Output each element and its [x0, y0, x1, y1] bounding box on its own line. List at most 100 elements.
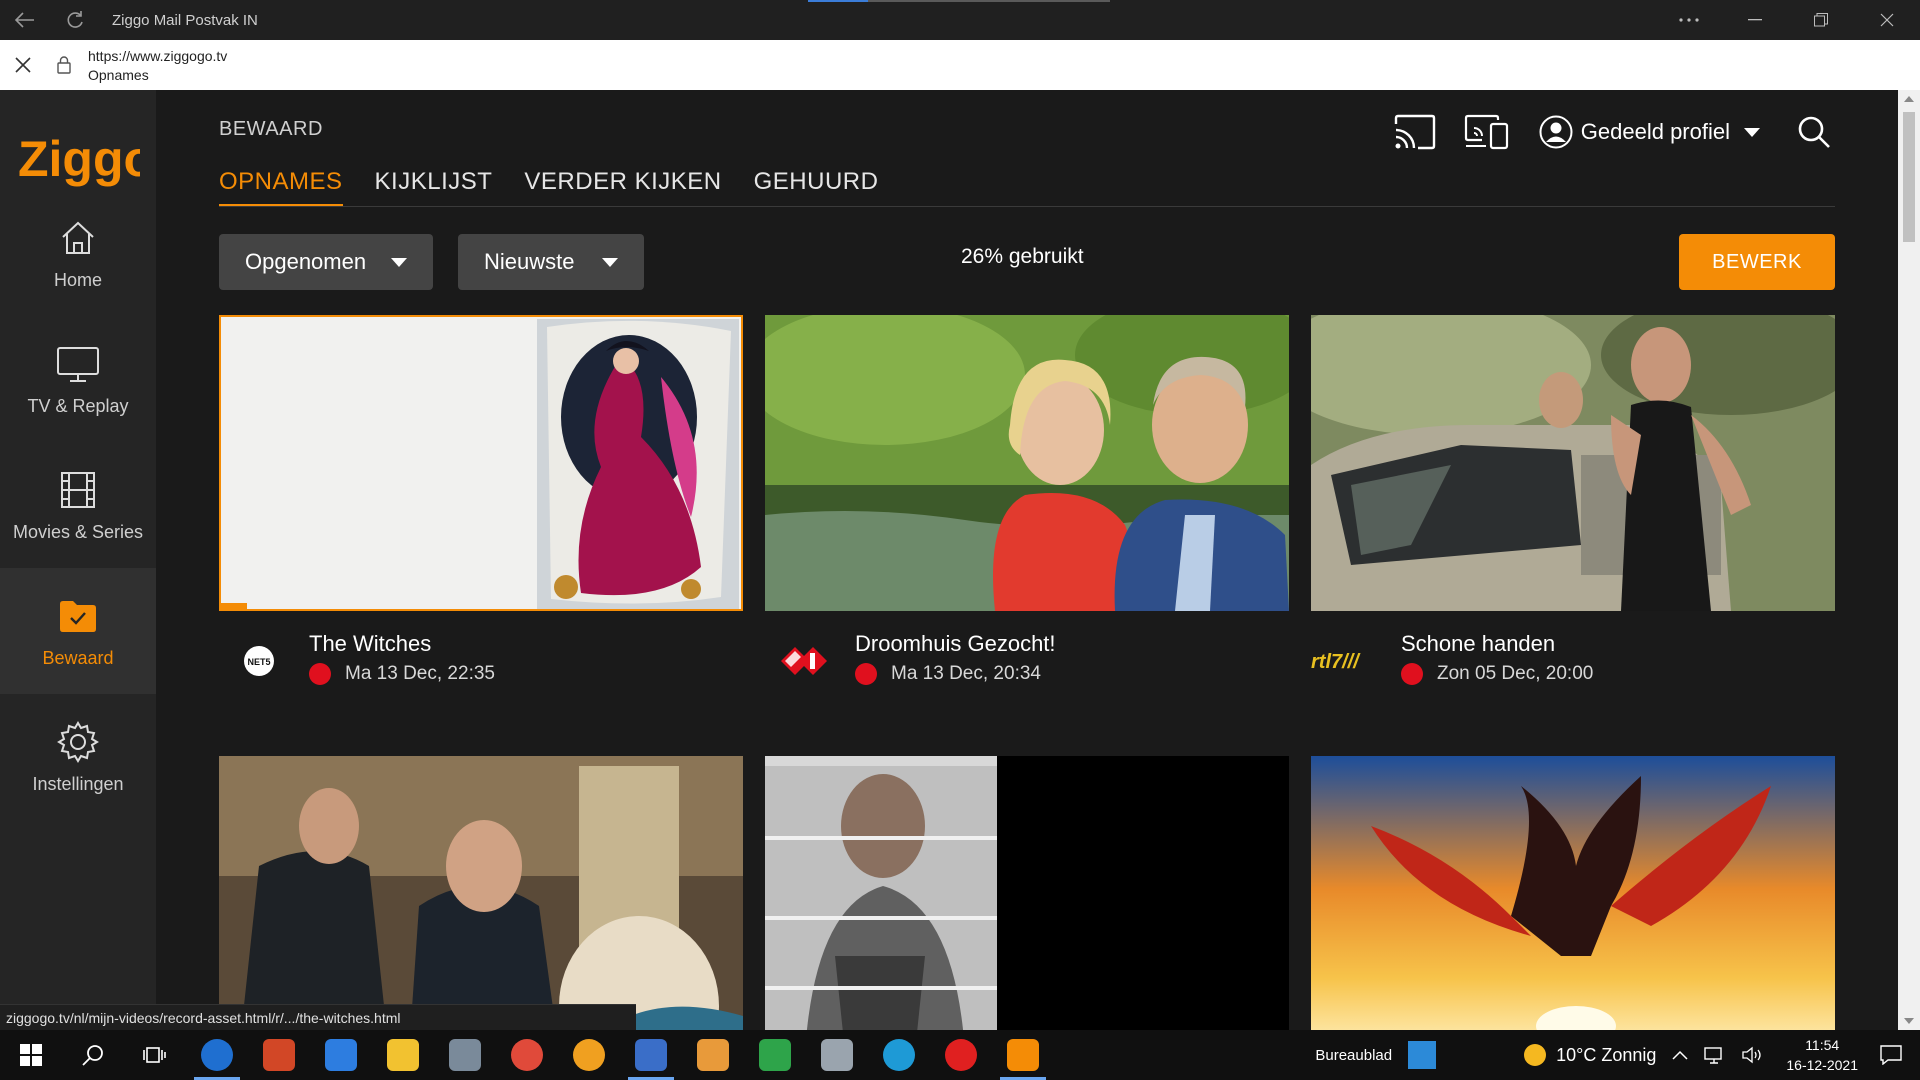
main-content: BEWAARD Gedeeld profiel OPNAMES KIJKLIJS…	[156, 90, 1898, 1030]
map-app-icon[interactable]	[744, 1030, 806, 1080]
close-window-icon[interactable]	[1854, 0, 1920, 40]
more-options-icon[interactable]	[1656, 0, 1722, 40]
recording-title[interactable]: Droomhuis Gezocht!	[855, 631, 1056, 657]
record-indicator-icon	[1401, 663, 1423, 685]
recording-date: Zon 05 Dec, 20:00	[1401, 663, 1593, 685]
recording-thumbnail[interactable]	[765, 756, 1289, 1030]
sort-dropdown[interactable]: Nieuwste	[458, 234, 644, 290]
scrollbar-thumb[interactable]	[1903, 112, 1915, 242]
volume-icon[interactable]	[1742, 1046, 1764, 1064]
taskbar: Bureaublad 10°C Zonnig 11:54 16-12-2021	[0, 1030, 1920, 1080]
recording-title[interactable]: The Witches	[309, 631, 431, 657]
folder-check-icon	[56, 594, 100, 638]
task-view-icon[interactable]	[124, 1030, 186, 1080]
recording-card-schone-handen[interactable]: rtl7/// Schone handen Zon 05 Dec, 20:00	[1311, 315, 1835, 711]
vpn-app-icon[interactable]	[558, 1030, 620, 1080]
avatar	[1539, 115, 1573, 149]
channel-logo-net5: NET5	[219, 639, 299, 683]
weather-widget[interactable]: 10°C Zonnig	[1524, 1044, 1656, 1066]
cast-icon[interactable]	[1391, 108, 1439, 156]
recording-thumbnail[interactable]	[219, 315, 743, 611]
ziggo-app-icon[interactable]	[992, 1030, 1054, 1080]
recording-card-droomhuis-gezocht[interactable]: Droomhuis Gezocht! Ma 13 Dec, 20:34	[765, 315, 1289, 711]
watch-progress-bar	[221, 603, 247, 609]
l-app-icon[interactable]	[1408, 1041, 1437, 1069]
ziggo-logo[interactable]: Ziggo	[16, 130, 154, 190]
remote-device-icon[interactable]	[1463, 108, 1511, 156]
search-icon[interactable]	[1790, 108, 1838, 156]
sidebar-item-bewaard[interactable]: Bewaard	[0, 568, 156, 694]
recording-thumbnail[interactable]	[219, 756, 743, 1030]
windows-start-icon[interactable]	[0, 1030, 62, 1080]
page-scrollbar[interactable]	[1898, 90, 1920, 1030]
tab-bar: OPNAMES KIJKLIJST VERDER KIJKEN GEHUURD	[219, 168, 910, 207]
edge-app-icon[interactable]	[868, 1030, 930, 1080]
mail-app-icon[interactable]	[186, 1030, 248, 1080]
close-icon[interactable]	[0, 40, 46, 90]
channel-logo-npo1	[765, 639, 845, 683]
paint-app-icon[interactable]	[620, 1030, 682, 1080]
recording-card[interactable]	[1311, 756, 1835, 1030]
desktop-toolbar-label[interactable]: Bureaublad	[1315, 1047, 1392, 1064]
profile-name: Gedeeld profiel	[1580, 119, 1730, 144]
taskbar-clock[interactable]: 11:54 16-12-2021	[1786, 1035, 1858, 1075]
clock-date: 16-12-2021	[1786, 1057, 1858, 1073]
recording-date: Ma 13 Dec, 22:35	[309, 663, 495, 685]
media-player-icon[interactable]	[682, 1030, 744, 1080]
link-status-bar: ziggogo.tv/nl/mijn-videos/record-asset.h…	[0, 1004, 636, 1030]
refresh-icon[interactable]	[50, 0, 100, 40]
home-icon	[56, 216, 100, 260]
chrome-app-icon[interactable]	[496, 1030, 558, 1080]
minimize-icon[interactable]	[1722, 0, 1788, 40]
tab-gehuurd[interactable]: GEHUURD	[754, 168, 879, 207]
sidebar-item-home[interactable]: Home	[0, 190, 156, 316]
printer-app-icon[interactable]	[806, 1030, 868, 1080]
recording-date-text: Zon 05 Dec, 20:00	[1437, 663, 1594, 684]
edit-button[interactable]: BEWERK	[1679, 234, 1835, 290]
system-tray: Bureaublad 10°C Zonnig 11:54 16-12-2021	[1307, 1030, 1920, 1080]
profile-menu[interactable]: Gedeeld profiel	[1539, 115, 1760, 149]
sidebar-item-instellingen[interactable]: Instellingen	[0, 694, 156, 820]
scroll-up-icon[interactable]	[1904, 96, 1914, 102]
sidebar-item-tv-replay[interactable]: TV & Replay	[0, 316, 156, 442]
svg-text:NET5: NET5	[247, 657, 270, 667]
tab-kijklijst[interactable]: KIJKLIJST	[375, 168, 493, 207]
record-indicator-icon	[855, 663, 877, 685]
record-indicator-icon	[309, 663, 331, 685]
camera-app-icon[interactable]	[434, 1030, 496, 1080]
stack-app-icon[interactable]	[310, 1030, 372, 1080]
clock-time: 11:54	[1805, 1037, 1840, 1053]
recording-title[interactable]: Schone handen	[1401, 631, 1555, 657]
channel-logo-rtl7: rtl7///	[1311, 639, 1391, 683]
dropdown-value: Nieuwste	[484, 249, 575, 274]
url-address[interactable]: https://www.ziggogo.tv	[88, 48, 227, 64]
notification-icon[interactable]	[1880, 1045, 1902, 1065]
recording-thumbnail[interactable]	[1311, 756, 1835, 1030]
svg-text:Ziggo: Ziggo	[18, 131, 140, 187]
recording-card[interactable]	[219, 756, 743, 1030]
recording-thumbnail[interactable]	[1311, 315, 1835, 611]
search-icon[interactable]	[62, 1030, 124, 1080]
restore-icon[interactable]	[1788, 0, 1854, 40]
powerpoint-app-icon[interactable]	[248, 1030, 310, 1080]
loading-indicator	[808, 0, 1110, 2]
back-icon[interactable]	[0, 0, 50, 40]
scroll-down-icon[interactable]	[1904, 1018, 1914, 1024]
sidebar-item-label: Bewaard	[42, 647, 114, 668]
recording-thumbnail[interactable]	[765, 315, 1289, 611]
network-icon[interactable]	[1704, 1046, 1726, 1064]
video-app-icon[interactable]	[930, 1030, 992, 1080]
dropdown-value: Opgenomen	[245, 249, 367, 274]
recording-card[interactable]	[765, 756, 1289, 1030]
page-title: Opnames	[88, 66, 149, 83]
recording-card-the-witches[interactable]: NET5 The Witches Ma 13 Dec, 22:35	[219, 315, 743, 711]
sidebar-item-movies-series[interactable]: Movies & Series	[0, 442, 156, 568]
tv-icon	[56, 342, 100, 386]
svg-text:rtl7///: rtl7///	[1311, 651, 1361, 673]
chevron-up-icon[interactable]	[1672, 1050, 1688, 1060]
file-explorer-icon[interactable]	[372, 1030, 434, 1080]
tab-verder-kijken[interactable]: VERDER KIJKEN	[524, 168, 721, 207]
recording-date: Ma 13 Dec, 20:34	[855, 663, 1041, 685]
tab-opnames[interactable]: OPNAMES	[219, 168, 343, 207]
status-filter-dropdown[interactable]: Opgenomen	[219, 234, 433, 290]
